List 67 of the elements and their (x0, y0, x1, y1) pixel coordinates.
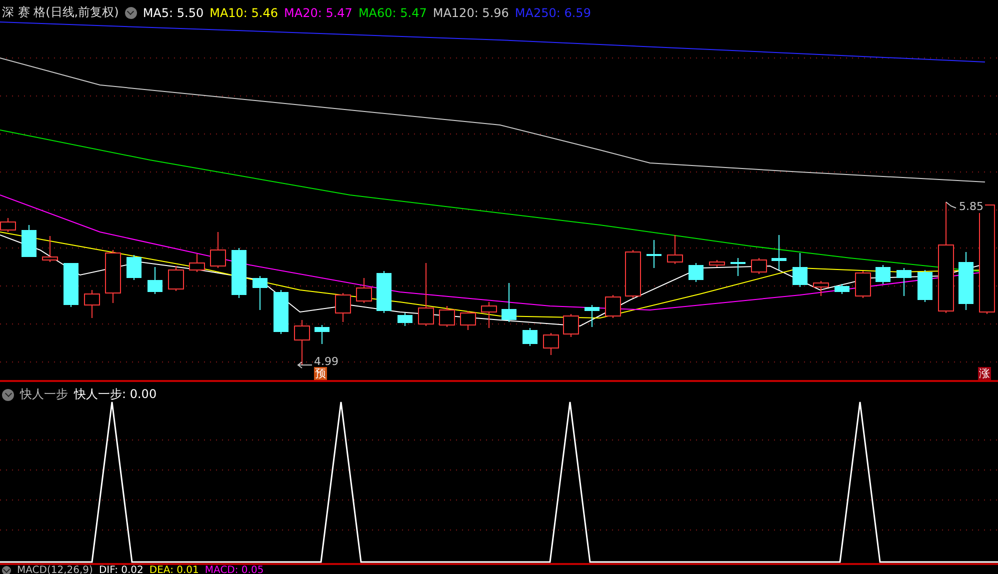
candlestick (398, 312, 412, 326)
candlestick (418, 262, 434, 326)
candlestick (646, 240, 662, 268)
low-pointer-icon (297, 362, 312, 368)
candlestick (792, 252, 808, 288)
signal-badge: 涨 (978, 367, 991, 380)
candlestick (376, 270, 392, 314)
candlestick (42, 236, 58, 262)
price-label: 5.85 (958, 201, 984, 213)
collapse-icon[interactable] (2, 388, 14, 400)
price-label: 4.99 (313, 356, 340, 368)
candlestick (896, 268, 912, 296)
collapse-icon[interactable] (124, 6, 137, 18)
candlestick (855, 270, 871, 298)
candlestick (772, 234, 786, 270)
candlestick (232, 248, 246, 298)
candlestick (294, 320, 310, 366)
candlestick (502, 282, 516, 322)
candlestick (958, 252, 974, 310)
candlestick (105, 250, 121, 304)
legend-label: MA5: 5.50 (142, 6, 204, 20)
candlestick (64, 262, 78, 308)
legend-label: MA10: 5.46 (210, 6, 278, 20)
candlestick (751, 258, 767, 274)
candlestick (84, 290, 100, 318)
legend-label: DIF: 0.02 (98, 565, 144, 574)
candlestick (605, 294, 621, 318)
candlestick (189, 254, 205, 272)
candlestick (625, 250, 641, 298)
candlestick (335, 292, 351, 322)
candlestick (274, 290, 288, 334)
candlestick (252, 276, 268, 310)
candlestick (584, 304, 600, 328)
candlestick (709, 260, 725, 268)
candlestick (688, 262, 704, 282)
candlestick (356, 278, 372, 304)
candlestick (210, 232, 226, 268)
candlestick (126, 254, 142, 280)
candlestick (22, 224, 36, 258)
candlestick (667, 234, 683, 264)
legend-label: MA60: 5.47 (358, 6, 427, 20)
legend-label: MA250: 6.59 (514, 6, 591, 20)
legend-label: DEA: 0.01 (149, 565, 199, 574)
candlestick (439, 306, 455, 328)
candlestick (522, 328, 538, 346)
candlestick (168, 266, 184, 292)
high-pointer-icon (946, 202, 956, 208)
legend-label: MA20: 5.47 (284, 6, 352, 20)
candlestick (813, 280, 829, 296)
candlestick (148, 266, 162, 294)
legend-label: MACD: 0.05 (204, 565, 264, 574)
chart-title: 深 赛 格(日线,前复权) (2, 4, 119, 21)
candlestick (543, 332, 559, 356)
candlestick (481, 302, 497, 328)
candlestick (563, 314, 579, 338)
candlestick (314, 324, 330, 344)
indicator-name: 快人一步 (20, 386, 68, 403)
candlestick (460, 310, 476, 330)
collapse-icon[interactable] (2, 566, 11, 574)
legend-label: MA120: 5.96 (432, 6, 509, 20)
legend-label: 快人一步: 0.00 (74, 386, 157, 403)
candlestick (876, 264, 890, 284)
candlestick (730, 258, 746, 276)
indicator-name: MACD(12,26,9) (17, 565, 93, 574)
candlestick (918, 270, 932, 302)
candlestick (834, 284, 850, 294)
signal-badge: 预 (314, 367, 327, 380)
